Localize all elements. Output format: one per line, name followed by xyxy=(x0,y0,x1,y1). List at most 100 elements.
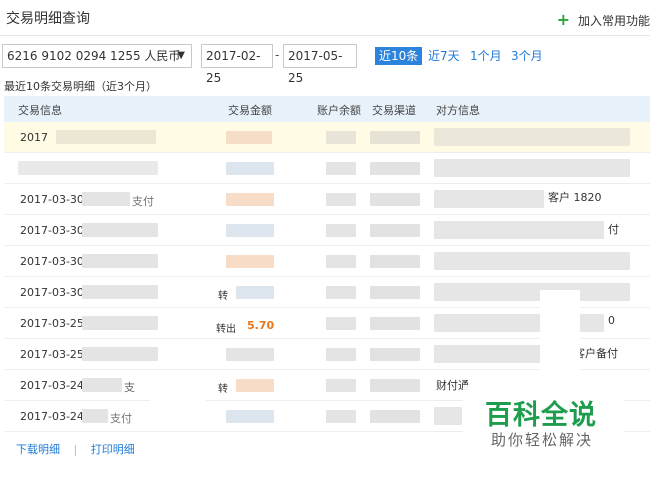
page-title: 交易明细查询 xyxy=(6,11,90,27)
row-date: 2017-03-24 xyxy=(20,410,84,423)
chevron-down-icon: ▼ xyxy=(177,50,185,61)
redacted-balance xyxy=(326,410,356,423)
redacted-counterparty xyxy=(434,221,604,239)
redacted-amount xyxy=(226,162,274,175)
table-subtitle: 最近10条交易明细（近3个月） xyxy=(4,80,157,93)
col-header-channel: 交易渠道 xyxy=(372,104,416,117)
redacted-channel xyxy=(370,348,420,361)
redacted-channel xyxy=(370,286,420,299)
date-separator: - xyxy=(275,48,280,62)
redacted-info xyxy=(56,130,156,144)
row-date: 2017-03-25 xyxy=(20,317,84,330)
redacted-amount xyxy=(226,348,274,361)
redacted-info xyxy=(82,285,158,299)
start-date-input[interactable]: 2017-02-25 xyxy=(201,44,273,85)
redacted-channel xyxy=(370,410,420,423)
row-date: 2017 xyxy=(20,131,48,144)
row-detail-fragment: 支 xyxy=(124,381,135,394)
redacted-balance xyxy=(326,286,356,299)
redacted-info xyxy=(82,254,158,268)
plus-icon: + xyxy=(556,10,570,29)
redacted-balance xyxy=(326,224,356,237)
account-select[interactable]: 6216 9102 0294 1255 人民币 ▼ xyxy=(2,44,192,68)
redacted-info xyxy=(82,316,158,330)
col-header-counterparty: 对方信息 xyxy=(436,104,480,117)
redacted-balance xyxy=(326,162,356,175)
row-date: 2017-03-30 xyxy=(20,193,84,206)
add-favorite-label: 加入常用功能 xyxy=(577,14,650,28)
redacted-balance xyxy=(326,255,356,268)
redacted-counterparty xyxy=(434,128,630,146)
range-1-month[interactable]: 1个月 xyxy=(470,47,502,65)
redacted-balance xyxy=(326,193,356,206)
redacted-info xyxy=(82,378,122,392)
row-date: 2017-03-30 xyxy=(20,255,84,268)
redacted-info xyxy=(82,192,130,206)
redacted-amount xyxy=(226,255,274,268)
redacted-info xyxy=(82,223,158,237)
redacted-counterparty xyxy=(434,407,462,425)
download-details-link[interactable]: 下载明细 xyxy=(16,443,60,456)
redacted-counterparty xyxy=(434,252,630,270)
row-date: 2017-03-24 xyxy=(20,379,84,392)
redacted-amount xyxy=(226,131,272,144)
redacted-amount xyxy=(226,410,274,423)
redaction-smear xyxy=(158,190,218,194)
add-favorite-link[interactable]: + 加入常用功能 xyxy=(557,10,650,29)
redacted-balance xyxy=(326,317,356,330)
redacted-balance xyxy=(326,131,356,144)
redacted-channel xyxy=(370,131,420,144)
redacted-amount xyxy=(236,286,274,299)
table-row[interactable] xyxy=(4,153,650,184)
row-counterparty: 付 xyxy=(608,223,619,236)
row-counterparty: 0 xyxy=(608,314,615,327)
redacted-channel xyxy=(370,255,420,268)
footer-links: 下载明细 | 打印明细 xyxy=(16,441,135,457)
row-date: 2017-03-25 xyxy=(20,348,84,361)
redacted-amount xyxy=(226,224,274,237)
account-select-value: 6216 9102 0294 1255 人民币 xyxy=(7,49,181,63)
range-3-months[interactable]: 3个月 xyxy=(511,47,543,65)
row-detail-fragment: 支付 xyxy=(110,412,132,425)
watermark-tagline: 助你轻松解决 xyxy=(491,431,594,449)
range-7-days[interactable]: 近7天 xyxy=(428,47,460,65)
row-amount-tag: 转 xyxy=(218,291,228,302)
redacted-channel xyxy=(370,379,420,392)
row-counterparty: 客户备付 xyxy=(574,347,618,360)
col-header-amount: 交易金额 xyxy=(228,104,272,117)
redacted-channel xyxy=(370,224,420,237)
print-details-link[interactable]: 打印明细 xyxy=(91,443,135,456)
redacted-info xyxy=(82,347,158,361)
redacted-info xyxy=(18,161,158,175)
col-header-balance: 账户余额 xyxy=(317,104,361,117)
redaction-smear xyxy=(238,176,278,180)
row-detail-fragment: 支付 xyxy=(132,195,154,208)
redacted-counterparty xyxy=(434,190,544,208)
row-date: 2017-03-30 xyxy=(20,286,84,299)
row-amount: 5.70 xyxy=(247,319,275,332)
col-header-info: 交易信息 xyxy=(18,104,62,117)
end-date-input[interactable]: 2017-05-25 xyxy=(283,44,357,85)
redacted-balance xyxy=(326,379,356,392)
redaction-smear xyxy=(540,290,580,370)
watermark: 百科全说 助你轻松解决 xyxy=(463,385,625,457)
range-last-10[interactable]: 近10条 xyxy=(375,47,423,65)
table-row[interactable]: 2017-03-30 xyxy=(4,246,650,277)
footer-separator: | xyxy=(73,443,78,456)
row-amount-tag: 转 xyxy=(218,384,228,395)
redacted-amount xyxy=(226,193,274,206)
redacted-balance xyxy=(326,348,356,361)
table-header: 交易信息 交易金额 账户余额 交易渠道 对方信息 xyxy=(4,96,650,122)
redacted-counterparty xyxy=(434,159,630,177)
row-counterparty: 客户 1820 xyxy=(548,191,602,204)
redacted-channel xyxy=(370,162,420,175)
table-row[interactable]: 2017-03-30 付 xyxy=(4,215,650,246)
redacted-channel xyxy=(370,193,420,206)
redacted-info xyxy=(82,409,108,423)
row-date: 2017-03-30 xyxy=(20,224,84,237)
table-row[interactable]: 2017-03-30 支付 客户 1820 xyxy=(4,184,650,215)
redacted-channel xyxy=(370,317,420,330)
redacted-counterparty xyxy=(434,283,630,301)
watermark-logo: 百科全说 xyxy=(485,400,597,431)
table-row[interactable]: 2017 xyxy=(4,122,650,153)
